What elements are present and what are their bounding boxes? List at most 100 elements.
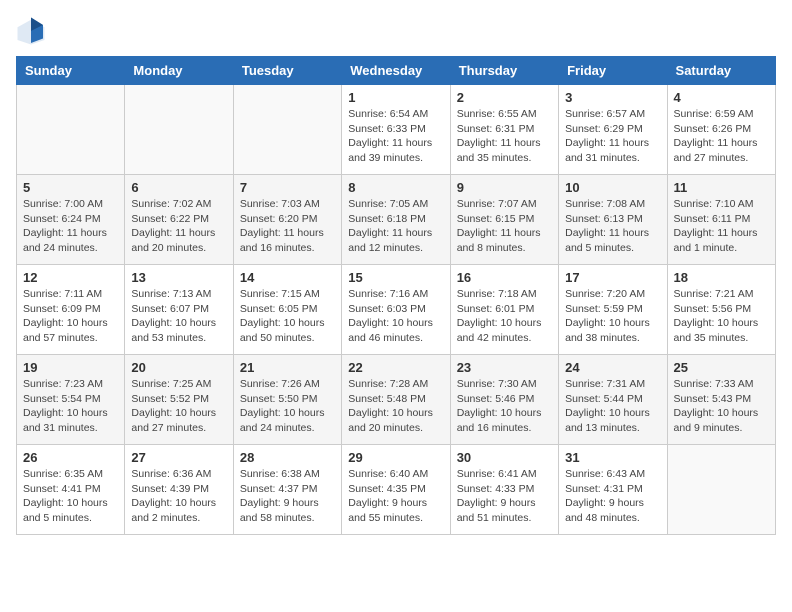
day-cell — [667, 445, 775, 535]
day-number: 31 — [565, 450, 660, 465]
day-number: 24 — [565, 360, 660, 375]
day-cell — [17, 85, 125, 175]
day-cell: 6 Sunrise: 7:02 AM Sunset: 6:22 PM Daylig… — [125, 175, 233, 265]
day-cell: 30Sunrise: 6:41 AM Sunset: 4:33 PM Dayli… — [450, 445, 558, 535]
day-number: 6 — [131, 180, 226, 195]
day-cell: 18 Sunrise: 7:21 AM Sunset: 5:56 PM Dayli… — [667, 265, 775, 355]
day-info: Sunrise: 7:30 AM Sunset: 5:46 PM Dayligh… — [457, 377, 552, 436]
day-cell: 12 Sunrise: 7:11 AM Sunset: 6:09 PM Dayli… — [17, 265, 125, 355]
day-info: Sunrise: 7:11 AM Sunset: 6:09 PM Dayligh… — [23, 287, 118, 346]
header-row: SundayMondayTuesdayWednesdayThursdayFrid… — [17, 57, 776, 85]
day-info: Sunrise: 6:54 AM Sunset: 6:33 PM Dayligh… — [348, 107, 443, 166]
day-number: 2 — [457, 90, 552, 105]
day-number: 5 — [23, 180, 118, 195]
day-cell: 13 Sunrise: 7:13 AM Sunset: 6:07 PM Dayli… — [125, 265, 233, 355]
day-info: Sunrise: 7:02 AM Sunset: 6:22 PM Dayligh… — [131, 197, 226, 256]
day-cell: 29 Sunrise: 6:40 AM Sunset: 4:35 PM Dayli… — [342, 445, 450, 535]
day-cell: 2 Sunrise: 6:55 AM Sunset: 6:31 PM Daylig… — [450, 85, 558, 175]
day-info: Sunrise: 7:00 AM Sunset: 6:24 PM Dayligh… — [23, 197, 118, 256]
day-cell: 25 Sunrise: 7:33 AM Sunset: 5:43 PM Dayli… — [667, 355, 775, 445]
day-number: 1 — [348, 90, 443, 105]
day-info: Sunrise: 6:38 AM Sunset: 4:37 PM Dayligh… — [240, 467, 335, 526]
day-number: 8 — [348, 180, 443, 195]
day-number: 30 — [457, 450, 552, 465]
day-number: 11 — [674, 180, 769, 195]
week-row-3: 12 Sunrise: 7:11 AM Sunset: 6:09 PM Dayli… — [17, 265, 776, 355]
page-header — [16, 16, 776, 46]
day-cell: 11 Sunrise: 7:10 AM Sunset: 6:11 PM Dayli… — [667, 175, 775, 265]
day-cell: 15Sunrise: 7:16 AM Sunset: 6:03 PM Dayli… — [342, 265, 450, 355]
day-info: Sunrise: 7:07 AM Sunset: 6:15 PM Dayligh… — [457, 197, 552, 256]
day-number: 4 — [674, 90, 769, 105]
day-cell: 22 Sunrise: 7:28 AM Sunset: 5:48 PM Dayli… — [342, 355, 450, 445]
day-info: Sunrise: 7:23 AM Sunset: 5:54 PM Dayligh… — [23, 377, 118, 436]
day-info: Sunrise: 6:55 AM Sunset: 6:31 PM Dayligh… — [457, 107, 552, 166]
day-cell: 31Sunrise: 6:43 AM Sunset: 4:31 PM Dayli… — [559, 445, 667, 535]
col-header-thursday: Thursday — [450, 57, 558, 85]
day-info: Sunrise: 7:33 AM Sunset: 5:43 PM Dayligh… — [674, 377, 769, 436]
day-number: 13 — [131, 270, 226, 285]
day-cell: 10 Sunrise: 7:08 AM Sunset: 6:13 PM Dayli… — [559, 175, 667, 265]
day-info: Sunrise: 7:10 AM Sunset: 6:11 PM Dayligh… — [674, 197, 769, 256]
day-number: 17 — [565, 270, 660, 285]
day-info: Sunrise: 7:28 AM Sunset: 5:48 PM Dayligh… — [348, 377, 443, 436]
day-number: 18 — [674, 270, 769, 285]
day-cell: 5 Sunrise: 7:00 AM Sunset: 6:24 PM Daylig… — [17, 175, 125, 265]
day-info: Sunrise: 7:13 AM Sunset: 6:07 PM Dayligh… — [131, 287, 226, 346]
col-header-wednesday: Wednesday — [342, 57, 450, 85]
col-header-tuesday: Tuesday — [233, 57, 341, 85]
day-cell: 24 Sunrise: 7:31 AM Sunset: 5:44 PM Dayli… — [559, 355, 667, 445]
day-cell: 20 Sunrise: 7:25 AM Sunset: 5:52 PM Dayli… — [125, 355, 233, 445]
logo — [16, 16, 50, 46]
day-cell: 23 Sunrise: 7:30 AM Sunset: 5:46 PM Dayli… — [450, 355, 558, 445]
day-number: 29 — [348, 450, 443, 465]
day-info: Sunrise: 7:21 AM Sunset: 5:56 PM Dayligh… — [674, 287, 769, 346]
day-number: 23 — [457, 360, 552, 375]
day-number: 9 — [457, 180, 552, 195]
day-number: 3 — [565, 90, 660, 105]
day-cell: 3 Sunrise: 6:57 AM Sunset: 6:29 PM Daylig… — [559, 85, 667, 175]
day-info: Sunrise: 7:08 AM Sunset: 6:13 PM Dayligh… — [565, 197, 660, 256]
day-cell — [125, 85, 233, 175]
day-info: Sunrise: 6:36 AM Sunset: 4:39 PM Dayligh… — [131, 467, 226, 526]
col-header-saturday: Saturday — [667, 57, 775, 85]
day-cell: 27 Sunrise: 6:36 AM Sunset: 4:39 PM Dayli… — [125, 445, 233, 535]
day-number: 7 — [240, 180, 335, 195]
day-info: Sunrise: 7:25 AM Sunset: 5:52 PM Dayligh… — [131, 377, 226, 436]
day-info: Sunrise: 7:16 AM Sunset: 6:03 PM Dayligh… — [348, 287, 443, 346]
day-number: 27 — [131, 450, 226, 465]
day-cell: 8Sunrise: 7:05 AM Sunset: 6:18 PM Daylig… — [342, 175, 450, 265]
logo-icon — [16, 16, 46, 46]
day-cell: 7Sunrise: 7:03 AM Sunset: 6:20 PM Daylig… — [233, 175, 341, 265]
day-cell: 17Sunrise: 7:20 AM Sunset: 5:59 PM Dayli… — [559, 265, 667, 355]
day-info: Sunrise: 7:31 AM Sunset: 5:44 PM Dayligh… — [565, 377, 660, 436]
day-info: Sunrise: 7:15 AM Sunset: 6:05 PM Dayligh… — [240, 287, 335, 346]
week-row-2: 5 Sunrise: 7:00 AM Sunset: 6:24 PM Daylig… — [17, 175, 776, 265]
day-cell: 9 Sunrise: 7:07 AM Sunset: 6:15 PM Daylig… — [450, 175, 558, 265]
day-cell — [233, 85, 341, 175]
day-number: 22 — [348, 360, 443, 375]
day-info: Sunrise: 7:26 AM Sunset: 5:50 PM Dayligh… — [240, 377, 335, 436]
col-header-monday: Monday — [125, 57, 233, 85]
day-number: 21 — [240, 360, 335, 375]
day-cell: 19Sunrise: 7:23 AM Sunset: 5:54 PM Dayli… — [17, 355, 125, 445]
day-number: 26 — [23, 450, 118, 465]
col-header-friday: Friday — [559, 57, 667, 85]
day-info: Sunrise: 7:18 AM Sunset: 6:01 PM Dayligh… — [457, 287, 552, 346]
week-row-5: 26 Sunrise: 6:35 AM Sunset: 4:41 PM Dayli… — [17, 445, 776, 535]
day-number: 20 — [131, 360, 226, 375]
day-cell: 16Sunrise: 7:18 AM Sunset: 6:01 PM Dayli… — [450, 265, 558, 355]
day-cell: 4 Sunrise: 6:59 AM Sunset: 6:26 PM Daylig… — [667, 85, 775, 175]
day-cell: 14Sunrise: 7:15 AM Sunset: 6:05 PM Dayli… — [233, 265, 341, 355]
day-info: Sunrise: 6:40 AM Sunset: 4:35 PM Dayligh… — [348, 467, 443, 526]
week-row-4: 19Sunrise: 7:23 AM Sunset: 5:54 PM Dayli… — [17, 355, 776, 445]
day-cell: 28Sunrise: 6:38 AM Sunset: 4:37 PM Dayli… — [233, 445, 341, 535]
day-number: 25 — [674, 360, 769, 375]
day-info: Sunrise: 6:35 AM Sunset: 4:41 PM Dayligh… — [23, 467, 118, 526]
day-cell: 26 Sunrise: 6:35 AM Sunset: 4:41 PM Dayli… — [17, 445, 125, 535]
day-info: Sunrise: 6:57 AM Sunset: 6:29 PM Dayligh… — [565, 107, 660, 166]
day-info: Sunrise: 6:59 AM Sunset: 6:26 PM Dayligh… — [674, 107, 769, 166]
col-header-sunday: Sunday — [17, 57, 125, 85]
day-number: 12 — [23, 270, 118, 285]
day-number: 10 — [565, 180, 660, 195]
